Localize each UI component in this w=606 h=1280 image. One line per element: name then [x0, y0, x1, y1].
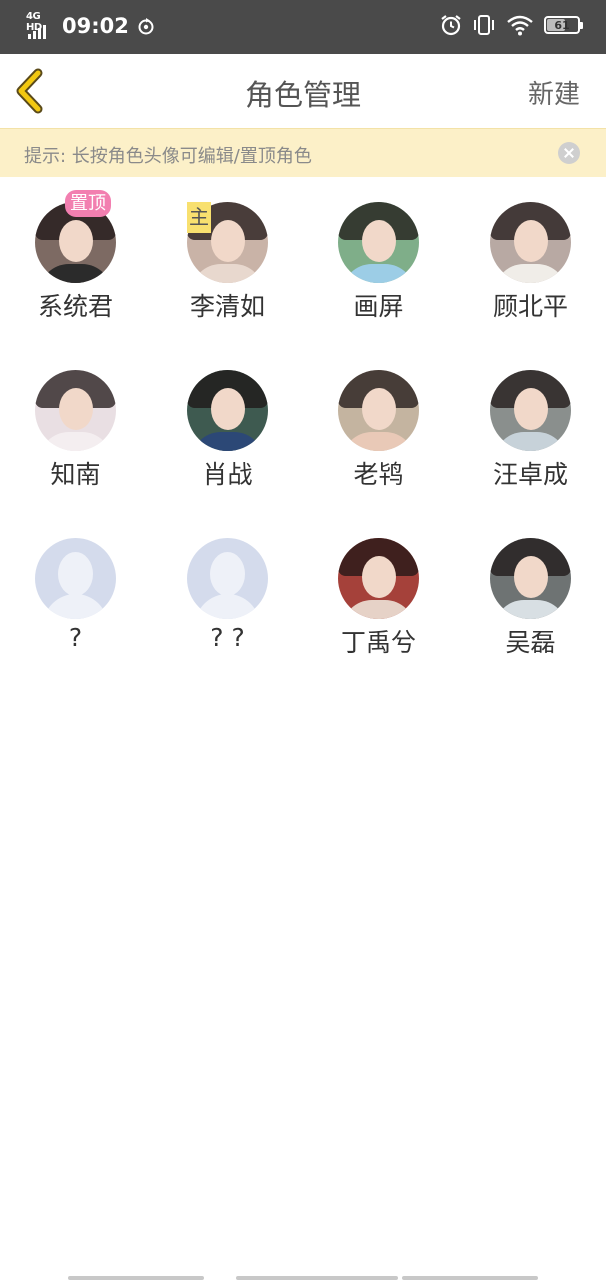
status-left: 4G HD 09:02 — [26, 11, 155, 39]
role-name: 老鸨 — [353, 460, 404, 489]
status-time: 09:02 — [62, 14, 129, 38]
role-item[interactable]: 主李清如 — [152, 177, 303, 345]
role-avatar[interactable] — [490, 370, 571, 451]
signal-icon: 4G HD — [26, 11, 54, 39]
nav-handle-center — [236, 1276, 398, 1280]
status-right: 61 — [440, 14, 583, 36]
role-item[interactable]: 丁禹兮 — [303, 513, 454, 681]
alarm-icon — [441, 15, 461, 36]
role-item[interactable]: ? ? — [152, 513, 303, 681]
role-item[interactable]: ? — [0, 513, 151, 681]
status-bar: 4G HD 09:02 61 — [0, 0, 606, 54]
role-item[interactable]: 吴磊 — [455, 513, 606, 681]
role-name: 画屏 — [353, 292, 404, 321]
close-icon[interactable] — [558, 142, 580, 164]
battery-icon: 61 — [544, 16, 583, 34]
role-avatar[interactable] — [490, 202, 571, 283]
role-avatar[interactable] — [187, 370, 268, 451]
default-avatar-icon[interactable] — [187, 538, 268, 619]
tip-text: 提示: 长按角色头像可编辑/置顶角色 — [24, 146, 312, 167]
role-name: 肖战 — [202, 460, 253, 489]
nav-handle-left — [68, 1276, 204, 1280]
vibrate-icon — [474, 15, 494, 35]
role-item[interactable]: 汪卓成 — [455, 345, 606, 513]
role-item[interactable]: 画屏 — [303, 177, 454, 345]
role-avatar[interactable] — [338, 202, 419, 283]
role-avatar[interactable] — [338, 370, 419, 451]
role-item[interactable]: 顾北平 — [455, 177, 606, 345]
sync-icon — [138, 18, 154, 35]
pinned-badge: 置顶 — [65, 190, 111, 217]
role-item[interactable]: 置顶系统君 — [0, 177, 151, 345]
role-name: 吴磊 — [505, 628, 556, 657]
default-avatar-icon[interactable] — [35, 538, 116, 619]
battery-level: 61 — [554, 18, 570, 32]
role-avatar[interactable] — [35, 370, 116, 451]
tip-banner: 提示: 长按角色头像可编辑/置顶角色 — [0, 128, 606, 177]
page-title: 角色管理 — [244, 78, 361, 112]
role-name: 知南 — [50, 460, 101, 489]
role-item[interactable]: 知南 — [0, 345, 151, 513]
role-name: 丁禹兮 — [340, 628, 416, 657]
role-name: ? ? — [210, 623, 245, 652]
role-name: 汪卓成 — [492, 460, 568, 489]
wifi-icon — [507, 15, 533, 36]
nav-handle-right — [402, 1276, 538, 1280]
main-role-badge: 主 — [187, 202, 211, 233]
role-avatar[interactable] — [490, 538, 571, 619]
role-name: 李清如 — [189, 292, 265, 321]
app-header: 角色管理 新建 — [0, 54, 606, 128]
role-name: ? — [68, 623, 83, 652]
role-item[interactable]: 老鸨 — [303, 345, 454, 513]
new-role-button[interactable]: 新建 — [528, 74, 580, 111]
role-name: 系统君 — [37, 292, 113, 321]
role-item[interactable]: 肖战 — [152, 345, 303, 513]
role-avatar[interactable] — [338, 538, 419, 619]
role-name: 顾北平 — [492, 292, 568, 321]
